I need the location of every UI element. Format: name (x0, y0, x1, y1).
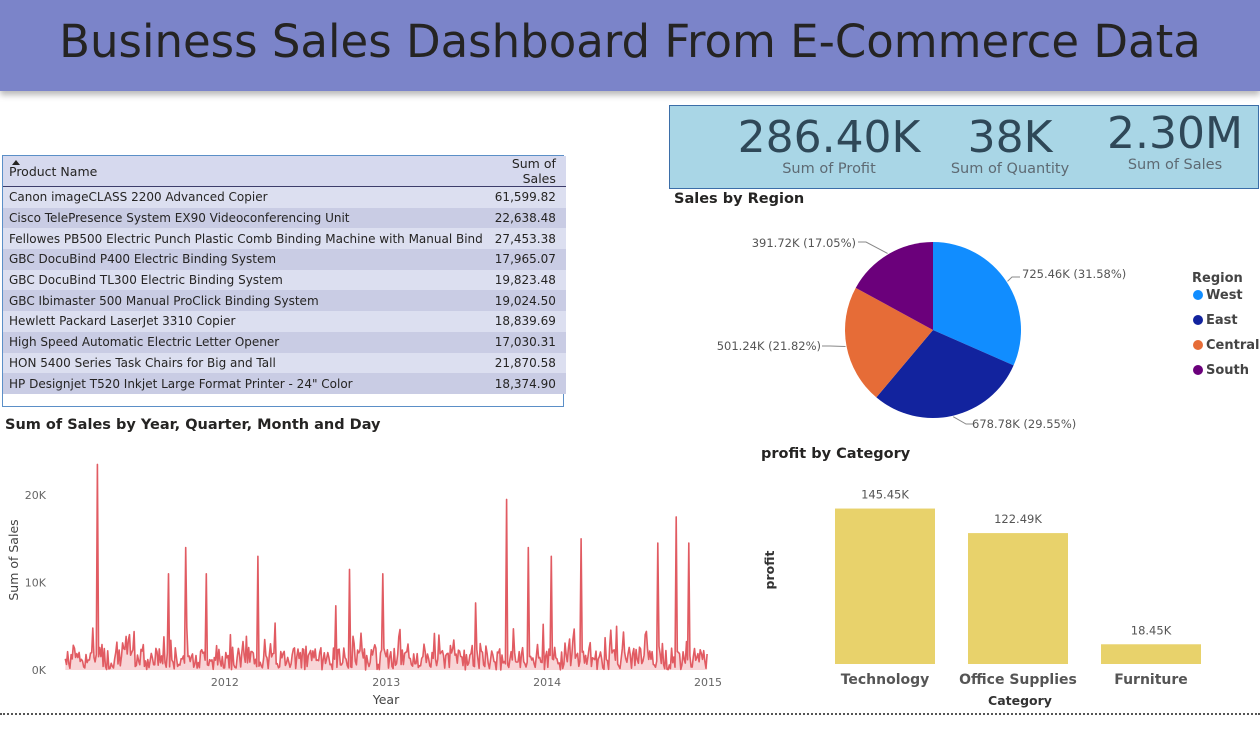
table-row[interactable]: HON 5400 Series Task Chairs for Big and … (3, 352, 566, 374)
y-tick-label: 0K (32, 664, 47, 677)
product-name-cell: Canon imageCLASS 2200 Advanced Copier (3, 186, 489, 208)
legend-marker-east[interactable] (1193, 315, 1203, 325)
legend-label-central[interactable]: Central (1206, 338, 1259, 353)
table-row[interactable]: High Speed Automatic Electric Letter Ope… (3, 331, 566, 353)
x-tick-label: Office Supplies (959, 672, 1077, 688)
sum-of-sales-cell: 18,374.90 (488, 373, 566, 394)
dashboard-title: Business Sales Dashboard From E-Commerce… (59, 15, 1201, 68)
legend-label-east[interactable]: East (1206, 313, 1238, 328)
sum-of-sales-cell: 22,638.48 (488, 207, 566, 229)
pie-data-label: 725.46K (31.58%) (1022, 267, 1126, 281)
table-row[interactable]: Cisco TelePresence System EX90 Videoconf… (3, 207, 566, 229)
y-tick-label: 10K (25, 577, 47, 590)
kpi-value: 286.40K (737, 112, 921, 163)
kpi-sum-of-profit[interactable]: 286.40K Sum of Profit (734, 112, 924, 178)
sum-of-sales-cell: 17,030.31 (488, 331, 566, 353)
bar-office-supplies[interactable] (968, 533, 1068, 664)
y-axis-label: Sum of Sales (6, 519, 21, 600)
legend-marker-west[interactable] (1193, 290, 1203, 300)
kpi-sum-of-sales[interactable]: 2.30M Sum of Sales (1105, 108, 1245, 174)
table-row[interactable]: HP Designjet T520 Inkjet Large Format Pr… (3, 373, 566, 394)
kpi-label: Sum of Quantity (950, 161, 1070, 177)
table-row[interactable]: Hewlett Packard LaserJet 3310 Copier 18,8… (3, 311, 566, 332)
product-name-cell: High Speed Automatic Electric Letter Ope… (3, 331, 489, 353)
pie-leader-line (952, 416, 974, 425)
profit-by-category-bar-chart[interactable]: 145.45K Technology 122.49K Office Supplies 1… (755, 468, 1245, 713)
bar-chart-title: profit by Category (761, 446, 911, 462)
product-name-cell: HP Designjet T520 Inkjet Large Format Pr… (3, 373, 489, 394)
product-name-cell: Hewlett Packard LaserJet 3310 Copier (3, 311, 489, 332)
pie-leader-line (858, 241, 888, 254)
legend-marker-south[interactable] (1193, 365, 1203, 375)
x-tick-label: Technology (841, 672, 930, 688)
table-row[interactable]: GBC Ibimaster 500 Manual ProClick Bindin… (3, 290, 566, 312)
product-name-cell: GBC DocuBind P400 Electric Binding Syste… (3, 249, 489, 270)
sum-of-sales-cell: 21,870.58 (488, 352, 566, 374)
sales-by-region-pie-chart[interactable]: 725.46K (31.58%) 678.78K (29.55%) 501.24K … (670, 210, 1260, 440)
y-axis-label: profit (762, 551, 777, 590)
table-body: Canon imageCLASS 2200 Advanced Copier 61,… (3, 186, 566, 394)
product-name-cell: Cisco TelePresence System EX90 Videoconf… (3, 207, 489, 229)
bar-data-label: 18.45K (1131, 623, 1172, 637)
x-tick-label: 2014 (533, 676, 561, 689)
table-row[interactable]: GBC DocuBind TL300 Electric Binding Syst… (3, 269, 566, 291)
product-name-cell: HON 5400 Series Task Chairs for Big and … (3, 352, 489, 374)
legend-label-west[interactable]: West (1206, 288, 1243, 303)
product-name-cell: Fellowes PB500 Electric Punch Plastic Co… (3, 228, 489, 250)
legend-title: Region (1192, 271, 1243, 286)
kpi-label: Sum of Sales (1127, 157, 1223, 173)
product-sales-table[interactable]: Product Name Sum of Sales Canon imageCLA… (2, 155, 566, 407)
bar-technology[interactable] (835, 508, 935, 664)
table-row[interactable]: GBC DocuBind P400 Electric Binding Syste… (3, 249, 566, 270)
pie-leader-line (1007, 276, 1020, 282)
line-chart-title: Sum of Sales by Year, Quarter, Month and… (5, 417, 381, 433)
sum-of-sales-cell: 61,599.82 (488, 186, 566, 208)
kpi-value: 2.30M (1107, 108, 1243, 159)
product-name-cell: GBC DocuBind TL300 Electric Binding Syst… (3, 269, 489, 291)
bar-furniture[interactable] (1101, 644, 1201, 664)
table-header-row: Product Name Sum of Sales (3, 156, 566, 187)
x-tick-label: 2013 (372, 676, 400, 689)
table-row[interactable]: Fellowes PB500 Electric Punch Plastic Co… (3, 228, 566, 250)
kpi-label: Sum of Profit (782, 161, 876, 177)
x-tick-label: 2012 (211, 676, 239, 689)
kpi-sum-of-quantity[interactable]: 38K Sum of Quantity (940, 112, 1080, 178)
legend-marker-central[interactable] (1193, 340, 1203, 350)
pie-chart-title: Sales by Region (674, 191, 805, 207)
x-tick-label: 2015 (694, 676, 722, 689)
sales-over-time-chart[interactable]: 0K 10K 20K 2012 2013 2014 2015 Year Sum of Sales (0, 440, 740, 712)
sum-of-sales-cell: 17,965.07 (488, 249, 566, 270)
sum-of-sales-cell: 27,453.38 (488, 228, 566, 250)
kpi-value: 38K (967, 112, 1053, 163)
pie-data-label: 678.78K (29.55%) (972, 417, 1076, 431)
title-banner: Business Sales Dashboard From E-Commerce… (0, 0, 1260, 91)
pie-data-label: 501.24K (21.82%) (717, 339, 821, 353)
pie-data-label: 391.72K (17.05%) (752, 236, 856, 250)
legend-label-south[interactable]: South (1206, 363, 1249, 378)
column-header-product-name[interactable]: Product Name (3, 156, 489, 187)
y-tick-label: 20K (25, 489, 47, 502)
x-tick-label: Furniture (1114, 672, 1188, 688)
sales-line-series[interactable] (64, 463, 708, 671)
column-header-sum-of-sales[interactable]: Sum of Sales (488, 156, 566, 187)
x-axis-label: Year (372, 692, 400, 707)
page-divider (0, 713, 1260, 715)
sum-of-sales-cell: 18,839.69 (488, 311, 566, 332)
x-axis-label: Category (988, 693, 1052, 708)
kpi-panel: 286.40K Sum of Profit 38K Sum of Quantit… (669, 105, 1259, 189)
sum-of-sales-cell: 19,024.50 (488, 290, 566, 312)
product-name-cell: GBC Ibimaster 500 Manual ProClick Bindin… (3, 290, 489, 312)
bar-data-label: 145.45K (861, 488, 909, 502)
bar-data-label: 122.49K (994, 512, 1042, 526)
sum-of-sales-cell: 19,823.48 (488, 269, 566, 291)
sort-ascending-icon[interactable] (12, 160, 20, 165)
table-row[interactable]: Canon imageCLASS 2200 Advanced Copier 61,… (3, 186, 566, 208)
